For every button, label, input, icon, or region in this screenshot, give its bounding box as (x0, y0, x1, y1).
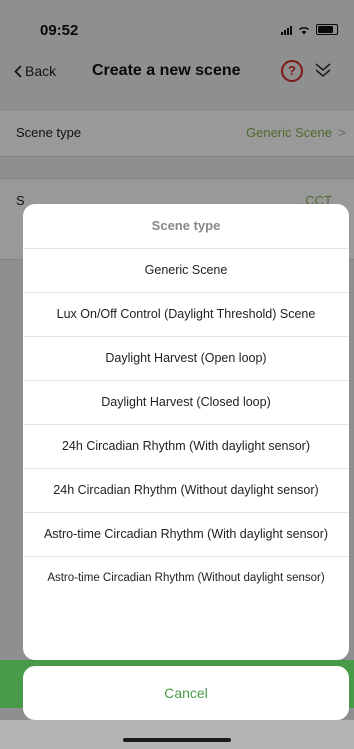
scene-option-24h-with-sensor[interactable]: 24h Circadian Rhythm (With daylight sens… (23, 425, 349, 469)
scene-option-24h-without-sensor[interactable]: 24h Circadian Rhythm (Without daylight s… (23, 469, 349, 513)
action-sheet-title: Scene type (23, 204, 349, 249)
bottom-area (0, 720, 354, 749)
scene-option-lux-on-off[interactable]: Lux On/Off Control (Daylight Threshold) … (23, 293, 349, 337)
home-indicator (123, 738, 231, 742)
scene-option-daylight-harvest-open[interactable]: Daylight Harvest (Open loop) (23, 337, 349, 381)
scene-option-daylight-harvest-closed[interactable]: Daylight Harvest (Closed loop) (23, 381, 349, 425)
scene-option-generic[interactable]: Generic Scene (23, 249, 349, 293)
scene-option-astro-without-sensor[interactable]: Astro-time Circadian Rhythm (Without day… (23, 557, 349, 600)
scene-option-astro-with-sensor[interactable]: Astro-time Circadian Rhythm (With daylig… (23, 513, 349, 557)
scene-type-action-sheet: Scene type Generic Scene Lux On/Off Cont… (23, 204, 349, 660)
app-screen: 09:52 Back Create a new scene ? Scene ty… (0, 0, 354, 749)
cancel-button[interactable]: Cancel (23, 666, 349, 720)
